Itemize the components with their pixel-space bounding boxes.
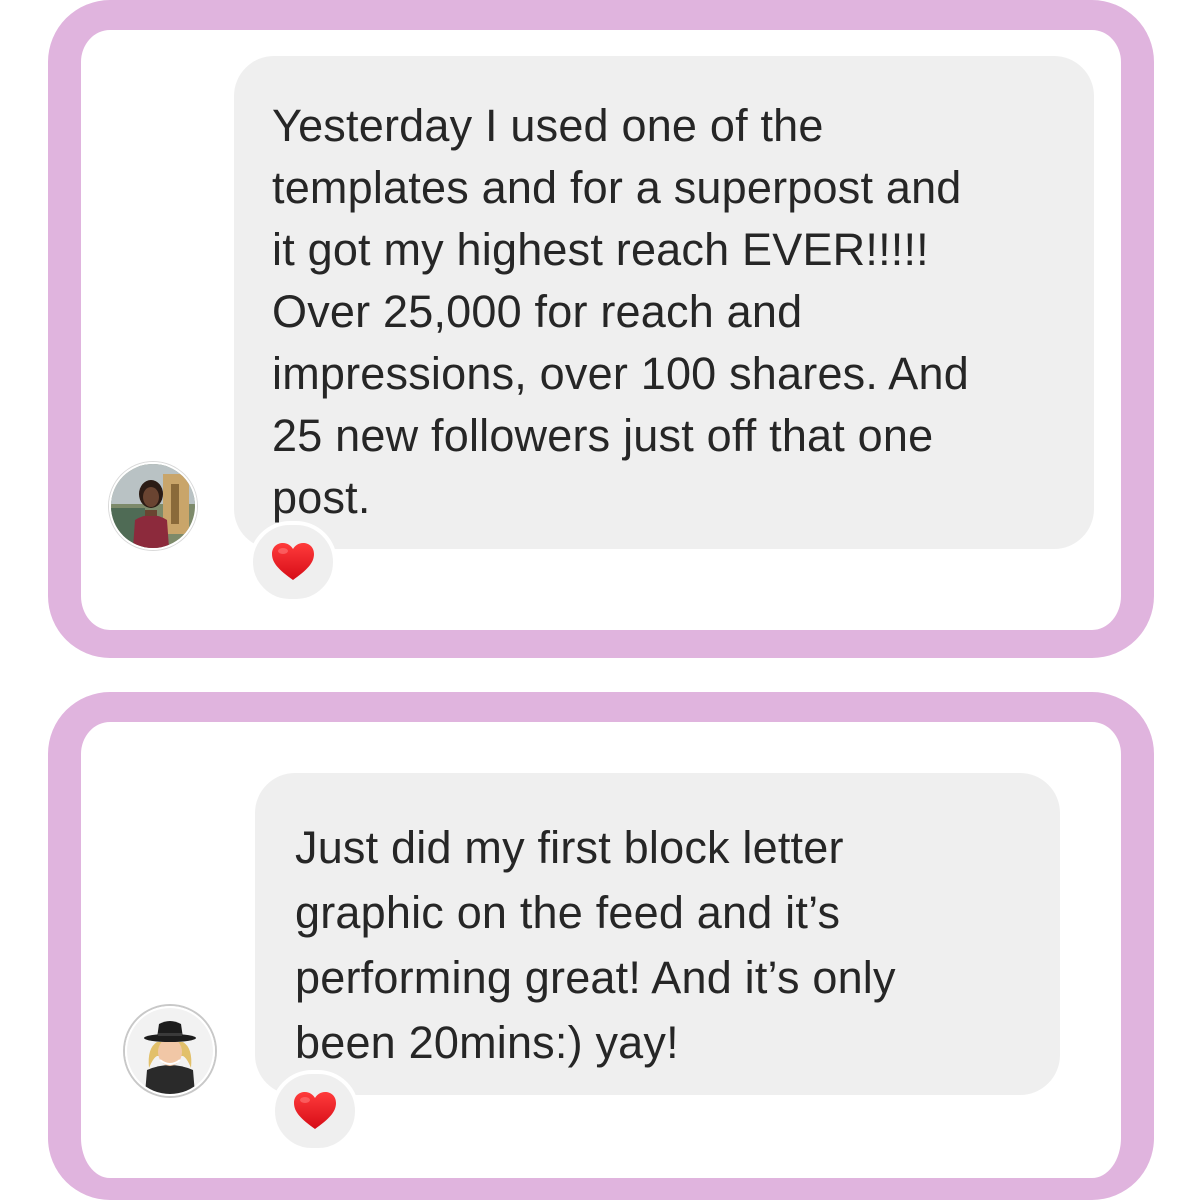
heart-icon: [294, 1092, 336, 1129]
message-line: been 20mins:) yay!: [295, 1017, 679, 1068]
message-bubble-1[interactable]: Yesterday I used one of the templates an…: [234, 56, 1094, 549]
message-line: performing great! And it’s only: [295, 952, 896, 1003]
message-line: impressions, over 100 shares. And: [272, 348, 969, 399]
avatar-photo-icon: [111, 464, 195, 548]
message-text-2: Just did my first block letter graphic o…: [295, 815, 1040, 1075]
message-line: graphic on the feed and it’s: [295, 887, 841, 938]
message-line: 25 new followers just off that one: [272, 410, 934, 461]
message-line: Yesterday I used one of the: [272, 100, 824, 151]
heart-icon: [272, 543, 314, 580]
message-line: Just did my first block letter: [295, 822, 844, 873]
avatar-photo-icon: [127, 1008, 213, 1094]
message-bubble-2[interactable]: Just did my first block letter graphic o…: [255, 773, 1060, 1095]
testimonial-page: Yesterday I used one of the templates an…: [0, 0, 1200, 1200]
avatar[interactable]: [125, 1006, 215, 1096]
message-line: Over 25,000 for reach and: [272, 286, 803, 337]
message-line: it got my highest reach EVER!!!!!: [272, 224, 929, 275]
message-text-1: Yesterday I used one of the templates an…: [272, 95, 1074, 529]
avatar[interactable]: [109, 462, 197, 550]
message-line: templates and for a superpost and: [272, 162, 962, 213]
reaction-badge-1[interactable]: [249, 521, 337, 603]
message-line: post.: [272, 472, 371, 523]
reaction-badge-2[interactable]: [271, 1070, 359, 1152]
